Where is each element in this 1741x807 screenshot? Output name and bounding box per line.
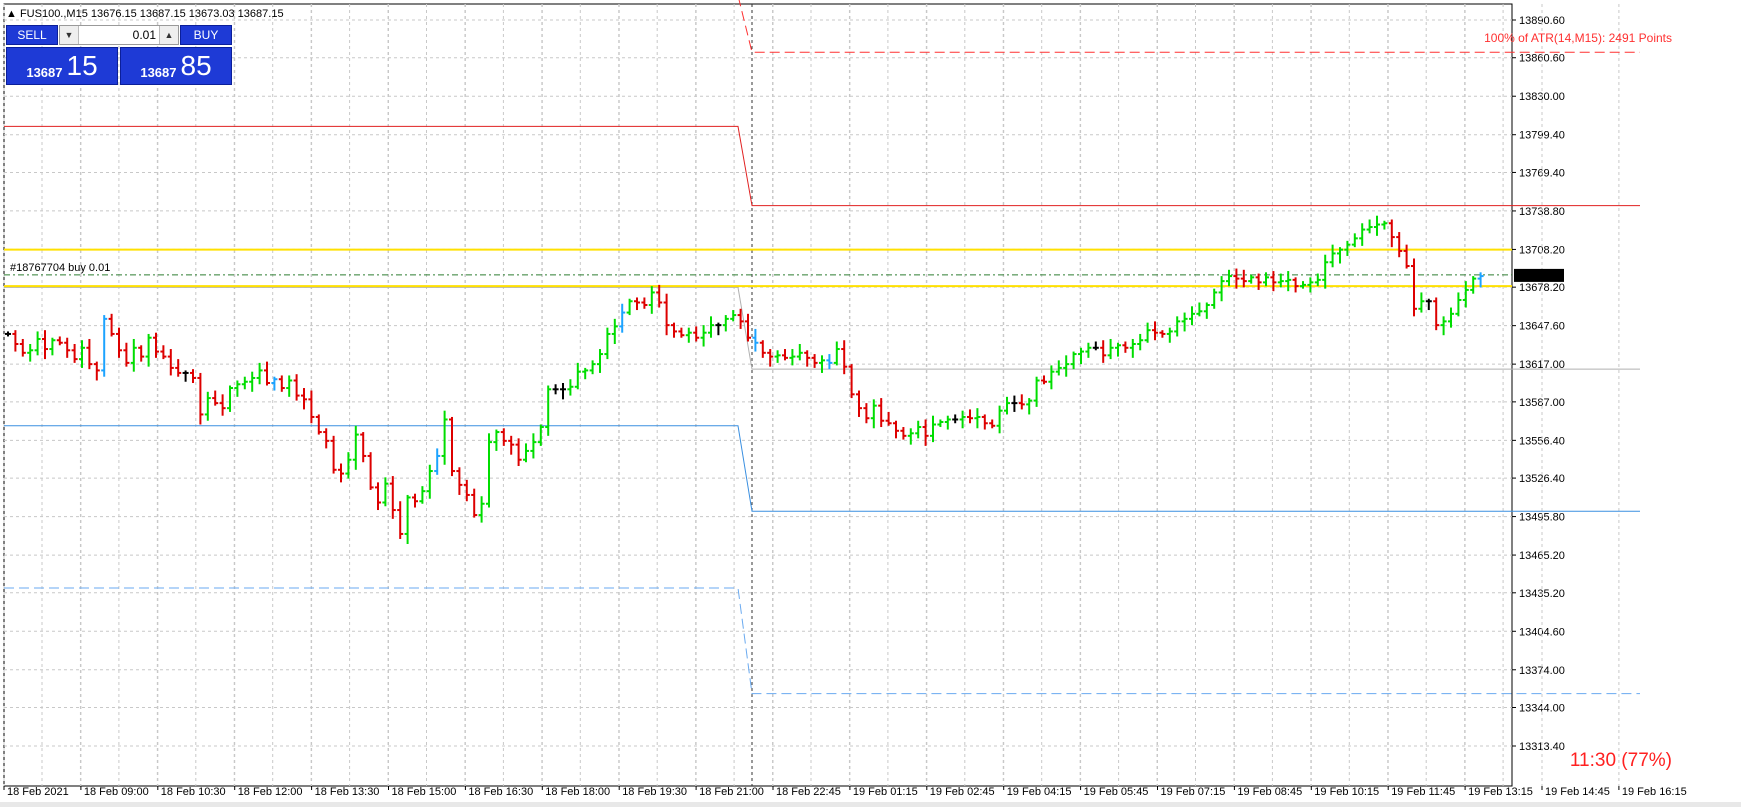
one-click-trading-panel: SELL ▼ 0.01 ▲ BUY 13687 15 13687 85 [6, 25, 232, 85]
x-tick-label: 18 Feb 12:00 [238, 786, 303, 798]
sell-button[interactable]: SELL [6, 25, 58, 45]
buy-button[interactable]: BUY [180, 25, 232, 45]
x-tick-label: 19 Feb 01:15 [853, 786, 918, 798]
collapse-triangle-icon[interactable]: ▲ [6, 8, 17, 20]
x-tick-label: 18 Feb 16:30 [468, 786, 533, 798]
price-chart[interactable]: 13890.6013860.6013830.0013799.4013769.40… [0, 0, 1741, 807]
x-tick-label: 18 Feb 22:45 [776, 786, 841, 798]
x-tick-label: 18 Feb 10:30 [161, 786, 226, 798]
current-price-label: 13687.15 [1517, 270, 1563, 282]
symbol-header-text: FUS100.,M15 13676.15 13687.15 13673.03 1… [19, 8, 284, 20]
buy-price-big: 85 [180, 50, 212, 81]
order-label: #18767704 buy 0.01 [10, 262, 110, 274]
x-tick-label: 19 Feb 11:45 [1391, 786, 1455, 798]
x-tick-label: 19 Feb 14:45 [1545, 786, 1610, 798]
x-tick-label: 19 Feb 07:15 [1161, 786, 1226, 798]
sell-price-prefix: 13687 [26, 65, 63, 80]
sell-price-button[interactable]: 13687 15 [6, 47, 118, 85]
x-tick-label: 19 Feb 02:45 [930, 786, 995, 798]
x-tick-label: 18 Feb 19:30 [622, 786, 687, 798]
x-tick-label: 18 Feb 18:00 [545, 786, 610, 798]
symbol-header: ▲ FUS100.,M15 13676.15 13687.15 13673.03… [6, 8, 284, 20]
x-tick-label: 18 Feb 21:00 [699, 786, 764, 798]
lot-size-value[interactable]: 0.01 [80, 28, 156, 42]
x-tick-label: 18 Feb 15:00 [392, 786, 457, 798]
bottom-tab-strip[interactable] [0, 802, 1741, 807]
lot-increase-icon[interactable]: ▲ [159, 26, 178, 44]
x-tick-label: 19 Feb 13:15 [1468, 786, 1533, 798]
atr-label: 100% of ATR(14,M15): 2491 Points [1484, 31, 1672, 45]
x-tick-label: 18 Feb 2021 [7, 786, 69, 798]
x-tick-label: 19 Feb 10:15 [1314, 786, 1379, 798]
x-tick-label: 19 Feb 08:45 [1237, 786, 1302, 798]
x-tick-label: 19 Feb 16:15 [1622, 786, 1687, 798]
lot-size-input[interactable]: ▼ 0.01 ▲ [59, 25, 179, 45]
x-tick-label: 19 Feb 04:15 [1007, 786, 1072, 798]
x-tick-label: 18 Feb 13:30 [315, 786, 380, 798]
x-tick-label: 18 Feb 09:00 [84, 786, 149, 798]
lot-decrease-icon[interactable]: ▼ [60, 26, 79, 44]
sell-price-big: 15 [66, 50, 98, 81]
x-tick-label: 19 Feb 05:45 [1084, 786, 1149, 798]
buy-price-prefix: 13687 [140, 65, 177, 80]
bar-timer-label: 11:30 (77%) [1570, 750, 1672, 771]
buy-price-button[interactable]: 13687 85 [120, 47, 232, 85]
